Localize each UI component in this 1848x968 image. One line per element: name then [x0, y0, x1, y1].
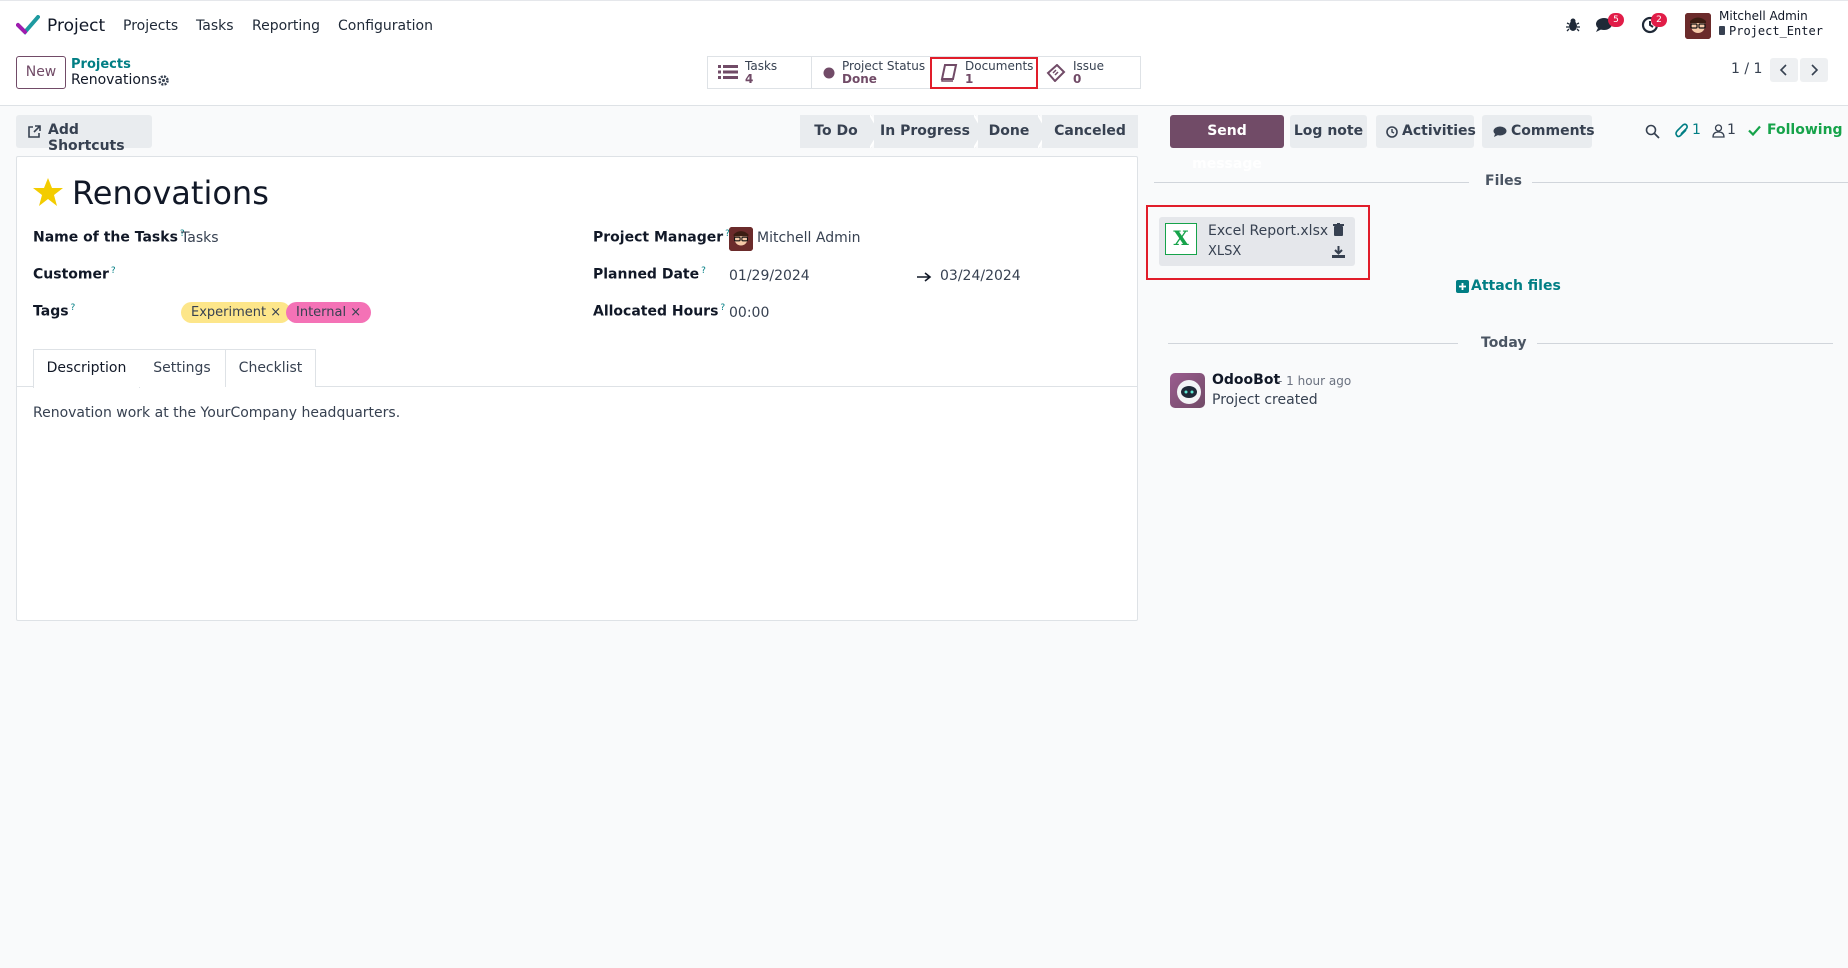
smart-status-label: Project Status	[842, 59, 926, 73]
comments-button[interactable]: Comments	[1482, 115, 1595, 148]
smart-button-tasks[interactable]: Tasks 4	[708, 57, 812, 88]
attach-files-button[interactable]: Attach files	[1456, 278, 1561, 294]
following-button[interactable]: Following	[1767, 122, 1843, 138]
files-divider-right	[1532, 182, 1848, 183]
tag-experiment[interactable]: Experiment ×	[181, 302, 292, 323]
files-divider-left	[1154, 182, 1469, 183]
plus-square-icon	[1456, 280, 1469, 293]
tab-settings[interactable]: Settings	[139, 349, 226, 387]
tab-description[interactable]: Description	[33, 349, 140, 388]
today-header: Today	[1481, 335, 1527, 351]
project-manager-field[interactable]: Mitchell Admin	[757, 230, 861, 246]
check-icon	[1748, 125, 1761, 136]
tasks-icon	[718, 65, 738, 79]
tag-internal[interactable]: Internal ×	[286, 302, 372, 323]
top-navbar: Project Projects Tasks Reporting Configu…	[0, 0, 1848, 48]
planned-date-start-field[interactable]: 01/29/2024	[729, 268, 810, 284]
follower-user-icon[interactable]	[1712, 124, 1725, 138]
attachment-highlight-box	[1146, 205, 1370, 280]
today-divider-right	[1537, 343, 1833, 344]
clock-icon	[1386, 126, 1398, 138]
user-avatar[interactable]	[1685, 13, 1711, 39]
label-allocated-hours: Allocated Hours?	[593, 303, 726, 320]
comment-icon	[1493, 126, 1507, 137]
today-divider-left	[1168, 343, 1458, 344]
activities-button[interactable]: Activities	[1376, 115, 1476, 148]
project-manager-avatar	[729, 227, 753, 251]
user-name[interactable]: Mitchell Admin	[1719, 9, 1808, 23]
project-app-logo-icon[interactable]	[16, 15, 40, 35]
database-label: Project_Enter	[1729, 24, 1823, 38]
form-sheet	[16, 156, 1138, 621]
gear-icon[interactable]	[157, 74, 170, 87]
label-planned-date: Planned Date?	[593, 266, 706, 283]
smart-status-value: Done	[842, 72, 877, 86]
label-tags: Tags?	[33, 303, 76, 320]
planned-date-end-field[interactable]: 03/24/2024	[940, 268, 1021, 284]
attachments-count[interactable]: 1	[1692, 122, 1701, 138]
pager-value[interactable]: 1 / 1	[1731, 61, 1762, 77]
messages-badge: 5	[1608, 13, 1624, 27]
tab-checklist[interactable]: Checklist	[225, 349, 316, 387]
add-shortcuts-label: Add Shortcuts	[48, 122, 125, 154]
smart-button-issue[interactable]: Issue 0	[1038, 57, 1142, 88]
attach-files-label: Attach files	[1471, 278, 1561, 294]
log-note-button[interactable]: Log note	[1290, 115, 1367, 148]
ticket-icon	[1046, 64, 1066, 82]
nav-reporting[interactable]: Reporting	[252, 18, 320, 34]
files-header: Files	[1485, 173, 1522, 189]
nav-projects[interactable]: Projects	[123, 18, 178, 34]
nav-configuration[interactable]: Configuration	[338, 18, 433, 34]
label-project-manager: Project Manager?	[593, 229, 730, 246]
add-shortcuts-button[interactable]: Add Shortcuts	[16, 115, 152, 154]
nav-tasks[interactable]: Tasks	[196, 18, 234, 34]
pager-next-button[interactable]	[1800, 58, 1828, 82]
label-name-of-tasks: Name of the Tasks?	[33, 229, 185, 246]
breadcrumb-projects[interactable]: Projects	[71, 57, 131, 72]
message-body: Project created	[1212, 392, 1318, 408]
description-text[interactable]: Renovation work at the YourCompany headq…	[33, 405, 400, 421]
paperclip-icon[interactable]	[1675, 123, 1689, 139]
arrow-right-icon	[917, 272, 932, 282]
documents-highlight-box	[930, 57, 1038, 89]
record-title[interactable]: Renovations	[72, 174, 269, 212]
allocated-hours-field[interactable]: 00:00	[729, 305, 769, 321]
bug-icon[interactable]	[1566, 17, 1580, 33]
smart-tasks-label: Tasks	[745, 59, 778, 73]
label-customer: Customer?	[33, 266, 116, 283]
customer-field[interactable]	[181, 267, 541, 287]
odoobot-avatar[interactable]	[1170, 373, 1205, 408]
external-link-icon	[28, 125, 41, 138]
stage-done[interactable]: Done	[978, 115, 1040, 148]
status-dot-icon	[823, 67, 835, 79]
send-message-button[interactable]: Send message	[1170, 115, 1284, 172]
comments-label: Comments	[1511, 123, 1595, 139]
smart-issue-label: Issue	[1073, 59, 1105, 73]
breadcrumb-current: Renovations	[71, 72, 158, 88]
chevron-right-icon	[1811, 64, 1819, 76]
pager-previous-button[interactable]	[1770, 58, 1798, 82]
database-name: Project_Enter	[1719, 24, 1823, 38]
name-of-tasks-field[interactable]: Tasks	[181, 230, 219, 246]
smart-tasks-value: 4	[745, 72, 754, 86]
stage-canceled[interactable]: Canceled	[1042, 115, 1138, 148]
new-button[interactable]: New	[16, 56, 66, 89]
message-time: - 1 hour ago	[1278, 374, 1352, 388]
stage-todo[interactable]: To Do	[800, 115, 872, 148]
chevron-left-icon	[1779, 64, 1787, 76]
smart-buttons: Tasks 4 Project Status Done Documents 1 …	[707, 56, 1141, 89]
followers-count[interactable]: 1	[1727, 122, 1736, 138]
favorite-star-icon[interactable]	[32, 177, 64, 207]
database-icon	[1719, 26, 1725, 35]
activities-badge: 2	[1651, 13, 1667, 27]
search-icon[interactable]	[1645, 124, 1660, 139]
activities-label: Activities	[1402, 123, 1476, 139]
smart-issue-value: 0	[1073, 72, 1082, 86]
smart-button-project-status[interactable]: Project Status Done	[812, 57, 932, 88]
message-author[interactable]: OdooBot	[1212, 372, 1280, 388]
app-name[interactable]: Project	[47, 16, 105, 36]
stage-in-progress[interactable]: In Progress	[874, 115, 976, 148]
